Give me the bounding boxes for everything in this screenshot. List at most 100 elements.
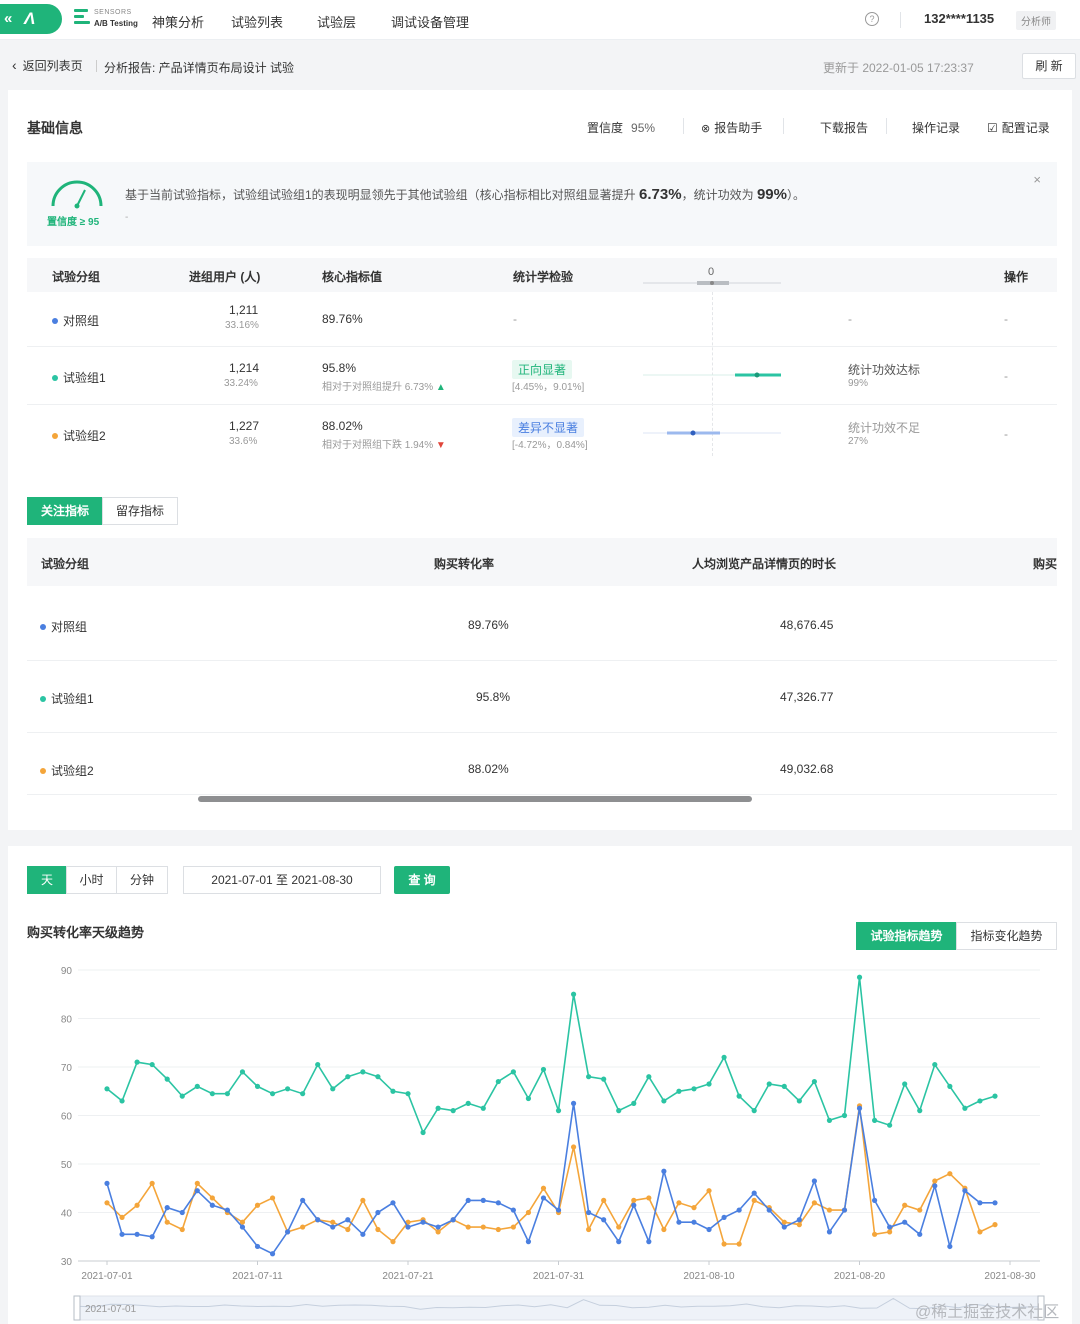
group-color-dot [52,432,58,439]
granularity-minute[interactable]: 分钟 [116,866,168,894]
tab-metric-change-trend[interactable]: 指标变化趋势 [956,922,1057,950]
data-point [766,1081,772,1087]
data-point [646,1195,652,1201]
refresh-button[interactable]: 刷 新 [1022,53,1076,79]
data-point [540,1185,547,1191]
data-point [540,1066,547,1073]
data-point [510,1069,516,1075]
report-helper-button[interactable]: ⊗ 报告助手 [701,119,762,136]
data-point [285,1086,291,1092]
data-point [119,1231,125,1237]
config-log-button[interactable]: ☑ 配置记录 [987,119,1050,136]
nav-item-experiment-layer[interactable]: 试验层 [317,12,356,31]
nav-item-analytics[interactable]: 神策分析 [152,12,204,31]
chevron-left-icon: ‹ [12,57,17,73]
data-point [962,1105,968,1111]
conclusion-banner: 置信度 ≥ 95 基于当前试验指标，试验组试验组1的表现明显领先于其他试验组（核… [27,162,1057,246]
user-id[interactable]: 132****1135 [924,11,994,26]
data-point [992,1200,998,1206]
data-point [465,1224,471,1230]
series-line [106,1103,995,1255]
data-point [405,1091,411,1097]
data-point [104,1180,110,1186]
data-point [601,1197,607,1203]
data-point [134,1202,140,1208]
metric-table-header [27,538,1057,586]
data-point [119,1098,125,1104]
core-metric-change: 相对于对照组下跌 1.94% ▼ [322,436,446,451]
row-divider [27,346,1057,347]
data-point [646,1074,652,1080]
core-metric-value: 95.8% [322,361,357,375]
stat-ci-range: [-4.72%，0.84%] [512,440,588,451]
date-range-picker[interactable]: 2021-07-01 至 2021-08-30 [183,866,381,894]
brand-name: SENSORS [94,9,132,16]
data-point [285,1229,291,1235]
power-value: 99% [848,378,869,389]
close-icon[interactable]: × [1033,172,1041,187]
help-icon[interactable]: ? [865,12,879,26]
data-point [450,1108,456,1114]
row-operation[interactable]: - [1004,427,1008,441]
data-point [947,1083,953,1089]
users-count: 1,214 [229,361,260,375]
data-point [345,1217,351,1223]
x-tick-label: 2021-08-30 [984,1271,1036,1282]
row-divider [27,404,1057,405]
confidence-label: 置信度 [587,121,624,135]
mth-conversion: 购买转化率 [434,557,495,571]
mrow-group: 试验组2 [40,762,94,779]
download-report-button[interactable]: 下载报告 [820,119,868,136]
back-to-list-link[interactable]: ‹ 返回列表页 [12,57,83,74]
x-tick-label: 2021-08-20 [834,1271,886,1282]
data-point [345,1074,351,1080]
operation-log-button[interactable]: 操作记录 [912,119,960,136]
granularity-day[interactable]: 天 [27,866,67,894]
horizontal-scrollbar[interactable] [198,796,752,802]
data-point [932,1178,938,1184]
th-users: 进组用户 (人) [189,270,261,284]
nav-item-experiment-list[interactable]: 试验列表 [231,12,283,31]
mth-group: 试验分组 [41,557,90,571]
nav-item-debug-devices[interactable]: 调试设备管理 [391,12,469,31]
row-operation[interactable]: - [1004,312,1008,326]
row-group-test2: 试验组2 [52,427,106,444]
data-point [917,1207,923,1213]
nav-divider [900,12,901,28]
data-point [450,1217,456,1223]
power-value: 99% [756,186,787,203]
data-point [826,1207,833,1213]
data-point [570,1144,577,1150]
tab-experiment-trend[interactable]: 试验指标趋势 [856,922,957,950]
mrow-duration: 48,676.45 [780,618,834,632]
data-point [616,1224,622,1230]
stat-result-badge: 正向显著 [512,360,573,379]
tab-retention-metrics[interactable]: 留存指标 [102,497,178,525]
confidence-selector[interactable]: 置信度 95% [587,119,655,136]
users-pct: 33.6% [229,436,258,447]
trend-line-chart: 90 80 70 60 50 40 30 2021-07-01 2021-07-11 2021-0… [61,966,1045,1321]
row-operation[interactable]: - [1004,369,1008,383]
data-point [691,1219,697,1225]
data-point [149,1180,155,1186]
data-point [239,1224,246,1230]
data-point [239,1069,246,1075]
granularity-hour[interactable]: 小时 [66,866,117,894]
data-point [164,1205,170,1211]
y-tick-label: 90 [61,966,73,977]
core-metric-change: 相对于对照组提升 6.73% ▲ [322,378,446,393]
tab-focus-metrics[interactable]: 关注指标 [27,497,103,525]
data-point [480,1224,486,1230]
breadcrumb: ‹ 返回列表页 分析报告: 产品详情页布局设计 试验 更新于 2022-01-05… [0,48,1080,84]
query-button[interactable]: 查 询 [394,866,450,894]
data-point [134,1231,140,1237]
range-slider [73,1295,1045,1321]
power-result: - [848,312,852,326]
data-point [360,1197,366,1203]
basic-info-title: 基础信息 [27,120,83,136]
mrow-group: 试验组1 [40,690,94,707]
edit-icon: ☑ [987,121,998,135]
collapse-sidebar-button[interactable]: « Λ [0,4,62,34]
data-point [661,1168,667,1174]
mth-duration: 人均浏览产品详情页的时长 [692,557,837,571]
